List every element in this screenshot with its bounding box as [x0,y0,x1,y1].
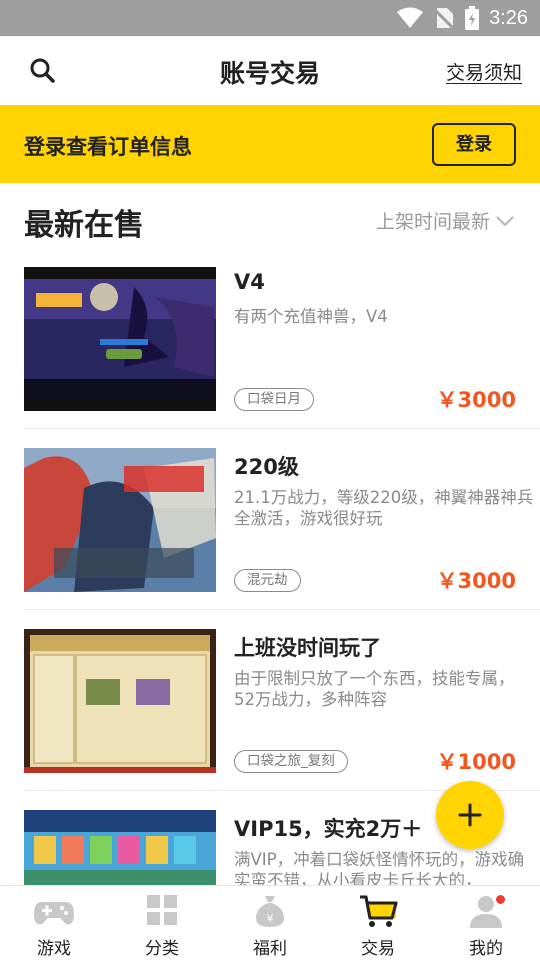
listing-thumbnail [24,267,216,411]
game-tag: 口袋之旅_复刻 [234,750,348,773]
tab-label: 福利 [253,939,287,959]
listing-price: ￥1000 [436,750,516,774]
login-button[interactable]: 登录 [432,123,516,166]
moneybag-icon: ¥ [256,896,284,927]
listing-thumbnail [24,629,216,773]
listing-title: V4 [234,270,265,294]
notification-dot [496,895,505,904]
status-time: 3:26 [489,6,528,29]
listing-thumbnail [24,448,216,592]
sort-label: 上架时间最新 [375,211,490,233]
bottom-tab-bar: 游戏 分类 ¥ 福利 交易 我的 [0,885,540,960]
listing-description: 21.1万战力，等级220级，神翼神器神兵全激活，游戏很好玩 [234,488,534,528]
listing-price: ￥3000 [436,569,516,593]
add-listing-button[interactable] [436,781,504,849]
login-banner: 登录查看订单信息 登录 [0,105,540,183]
gamepad-icon [34,902,74,925]
tab-me[interactable]: 我的 [432,886,540,960]
svg-text:¥: ¥ [267,912,274,925]
section-title: 最新在售 [24,208,144,243]
listing-price: ￥3000 [436,388,516,412]
tab-benefits[interactable]: ¥ 福利 [216,886,324,960]
game-tag: 混元劫 [234,569,301,592]
listing-list: V4 有两个充值神兽，V4 口袋日月 ￥3000 220级 21.1万战力，等级… [0,248,540,960]
tab-label: 分类 [145,939,179,959]
trade-notice-link[interactable]: 交易须知 [446,58,522,85]
login-banner-text: 登录查看订单信息 [24,135,192,159]
listing-item[interactable]: 220级 21.1万战力，等级220级，神翼神器神兵全激活，游戏很好玩 混元劫 … [24,429,540,610]
sort-dropdown[interactable]: 上架时间最新 [376,207,514,234]
cart-icon [360,895,398,927]
game-tag: 口袋日月 [234,388,314,411]
listing-title: 220级 [234,455,299,479]
tab-label: 交易 [361,939,395,959]
status-bar: 3:26 [0,0,540,36]
top-header: 账号交易 交易须知 [0,36,540,104]
chevron-down-icon [496,215,514,226]
status-icons: 3:26 [397,0,528,36]
battery-icon [465,6,480,30]
listing-item[interactable]: 上班没时间玩了 由于限制只放了一个东西，技能专属，52万战力，多种阵容 口袋之旅… [24,610,540,791]
listing-title: VIP15，实充2万＋ [234,817,423,841]
listing-description: 有两个充值神兽，V4 [234,307,388,326]
tab-label: 我的 [469,939,503,959]
tab-categories[interactable]: 分类 [108,886,216,960]
listing-item[interactable]: V4 有两个充值神兽，V4 口袋日月 ￥3000 [24,248,540,429]
tab-trade[interactable]: 交易 [324,886,432,960]
wifi-icon [397,7,424,28]
tab-label: 游戏 [37,939,71,959]
grid-icon [147,895,177,925]
no-sim-icon [433,7,456,30]
listing-description: 由于限制只放了一个东西，技能专属，52万战力，多种阵容 [234,669,515,709]
listing-title: 上班没时间玩了 [234,636,381,660]
plus-icon [458,803,482,827]
tab-games[interactable]: 游戏 [0,886,108,960]
